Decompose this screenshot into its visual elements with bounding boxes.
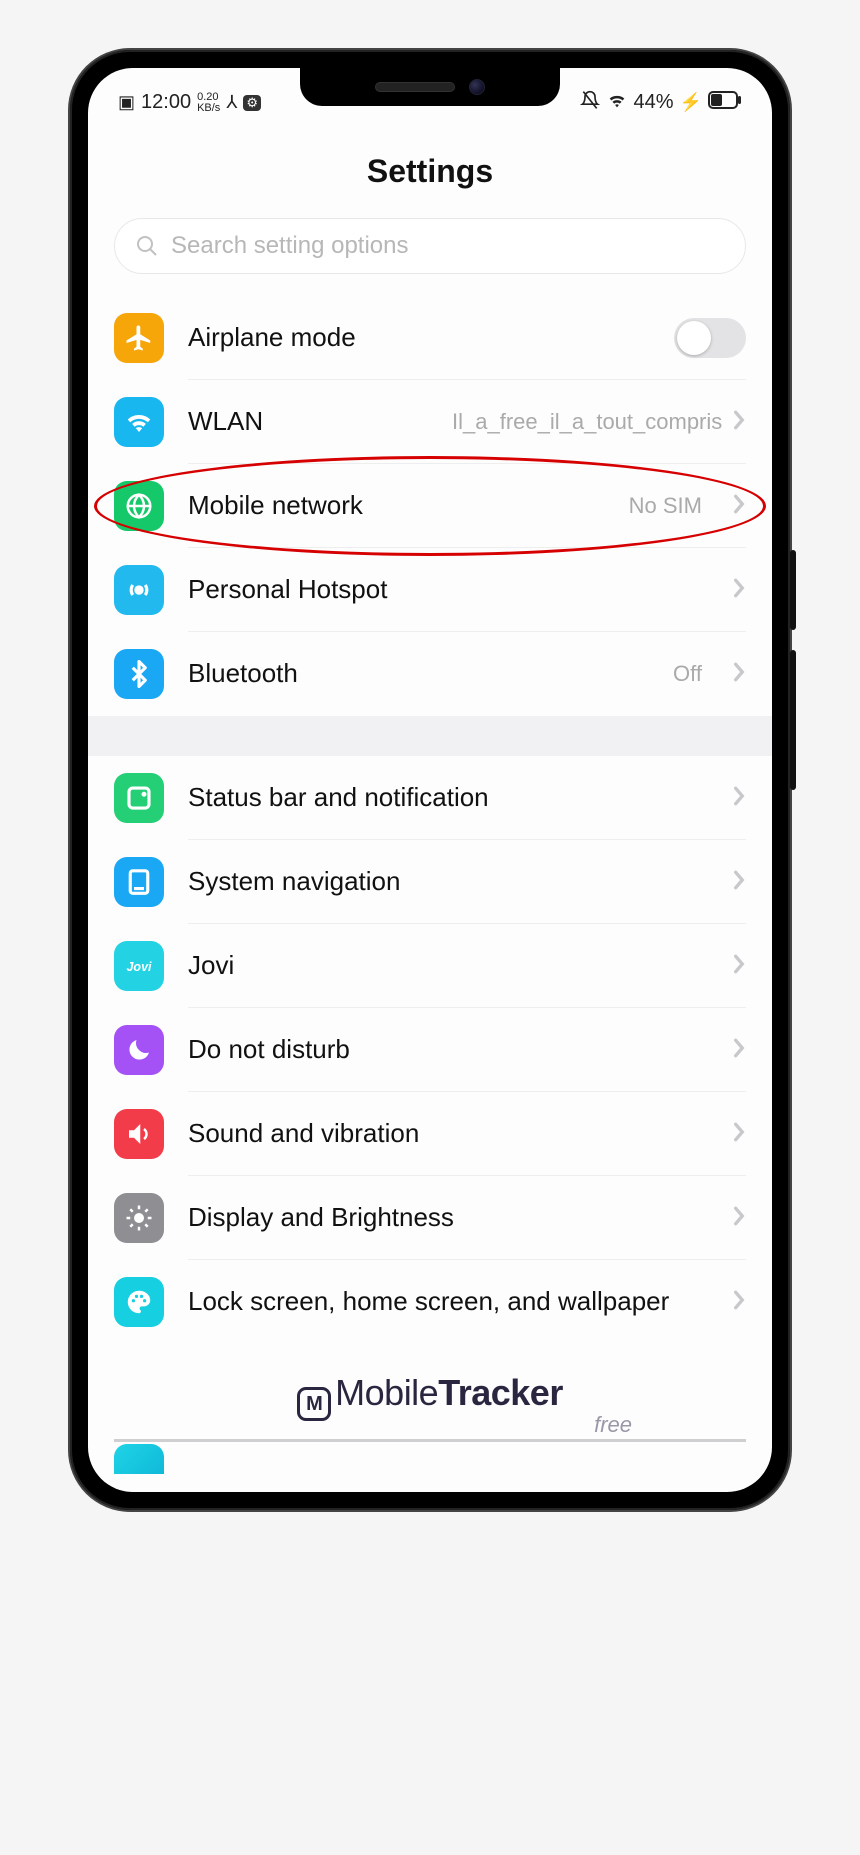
row-lock[interactable]: Lock screen, home screen, and wallpaper bbox=[88, 1260, 772, 1344]
screen: ▣ 12:00 0.20 KB/s ⅄ ⚙ 44% ⚡ bbox=[88, 68, 772, 1492]
sound-icon bbox=[114, 1109, 164, 1159]
chevron-right-icon bbox=[726, 1121, 746, 1148]
watermark: MMobileTracker free bbox=[88, 1372, 772, 1439]
nav-icon bbox=[114, 857, 164, 907]
row-label: Lock screen, home screen, and wallpaper bbox=[188, 1287, 702, 1317]
row-wlan[interactable]: WLAN Il_a_free_il_a_tout_compris bbox=[88, 380, 772, 464]
chevron-right-icon bbox=[726, 953, 746, 980]
battery-percent: 44% bbox=[634, 91, 674, 114]
row-label: Mobile network bbox=[188, 491, 605, 521]
airplane-icon bbox=[114, 313, 164, 363]
row-label: Display and Brightness bbox=[188, 1203, 702, 1233]
row-hotspot[interactable]: Personal Hotspot bbox=[88, 548, 772, 632]
bluetooth-icon bbox=[114, 649, 164, 699]
chevron-right-icon bbox=[726, 1037, 746, 1064]
chevron-right-icon bbox=[726, 409, 746, 436]
row-sound[interactable]: Sound and vibration bbox=[88, 1092, 772, 1176]
toggle-airplane[interactable] bbox=[674, 318, 746, 358]
row-display[interactable]: Display and Brightness bbox=[88, 1176, 772, 1260]
search-icon bbox=[135, 234, 159, 258]
row-label: Bluetooth bbox=[188, 659, 649, 689]
settings-list[interactable]: Airplane mode WLAN Il_a_free_il_a_tout_com… bbox=[88, 296, 772, 1344]
search-input[interactable]: Search setting options bbox=[114, 218, 746, 274]
page-title: Settings bbox=[88, 123, 772, 218]
charging-icon: ⚡ bbox=[680, 92, 702, 113]
statusbar-icon bbox=[114, 773, 164, 823]
row-status[interactable]: Status bar and notification bbox=[88, 756, 772, 840]
phone-frame: ▣ 12:00 0.20 KB/s ⅄ ⚙ 44% ⚡ bbox=[70, 50, 790, 1510]
partial-next-row-icon bbox=[114, 1444, 164, 1474]
chevron-right-icon bbox=[726, 1205, 746, 1232]
clock: 12:00 bbox=[141, 91, 191, 114]
chevron-right-icon bbox=[726, 1289, 746, 1316]
palette-icon bbox=[114, 1277, 164, 1327]
globe-icon bbox=[114, 481, 164, 531]
row-jovi[interactable]: Jovi Jovi bbox=[88, 924, 772, 1008]
usb-icon: ⅄ bbox=[226, 92, 237, 113]
brightness-icon bbox=[114, 1193, 164, 1243]
chevron-right-icon bbox=[726, 577, 746, 604]
row-value: Il_a_free_il_a_tout_compris bbox=[452, 410, 702, 434]
debug-icon: ⚙ bbox=[243, 95, 261, 111]
row-label: WLAN bbox=[188, 407, 428, 437]
moon-icon bbox=[114, 1025, 164, 1075]
front-camera bbox=[469, 79, 485, 95]
row-label: Jovi bbox=[188, 951, 702, 981]
chevron-right-icon bbox=[726, 869, 746, 896]
row-mobile[interactable]: Mobile network No SIM bbox=[88, 464, 772, 548]
row-nav[interactable]: System navigation bbox=[88, 840, 772, 924]
row-label: Personal Hotspot bbox=[188, 575, 702, 605]
row-value: Off bbox=[673, 662, 702, 686]
chevron-right-icon bbox=[726, 785, 746, 812]
row-label: Do not disturb bbox=[188, 1035, 702, 1065]
search-placeholder: Search setting options bbox=[171, 232, 408, 260]
section-divider bbox=[88, 716, 772, 756]
mute-icon bbox=[580, 90, 600, 115]
row-dnd[interactable]: Do not disturb bbox=[88, 1008, 772, 1092]
battery-icon bbox=[708, 91, 742, 115]
row-label: System navigation bbox=[188, 867, 702, 897]
wifi-icon bbox=[114, 397, 164, 447]
row-airplane[interactable]: Airplane mode bbox=[88, 296, 772, 380]
speaker-grille bbox=[375, 82, 455, 92]
row-label: Airplane mode bbox=[188, 323, 650, 353]
data-speed: 0.20 KB/s bbox=[197, 92, 220, 114]
row-value: No SIM bbox=[629, 494, 702, 518]
scroll-indicator bbox=[114, 1439, 746, 1442]
svg-text:Jovi: Jovi bbox=[126, 960, 152, 974]
wifi-icon bbox=[606, 89, 628, 116]
notch bbox=[300, 68, 560, 106]
row-label: Sound and vibration bbox=[188, 1119, 702, 1149]
row-bluetooth[interactable]: Bluetooth Off bbox=[88, 632, 772, 716]
hotspot-icon bbox=[114, 565, 164, 615]
watermark-logo: M bbox=[297, 1387, 331, 1421]
chevron-right-icon bbox=[726, 493, 746, 520]
row-label: Status bar and notification bbox=[188, 783, 702, 813]
no-sim-icon: ▣ bbox=[118, 92, 135, 113]
chevron-right-icon bbox=[726, 661, 746, 688]
jovi-icon: Jovi bbox=[114, 941, 164, 991]
